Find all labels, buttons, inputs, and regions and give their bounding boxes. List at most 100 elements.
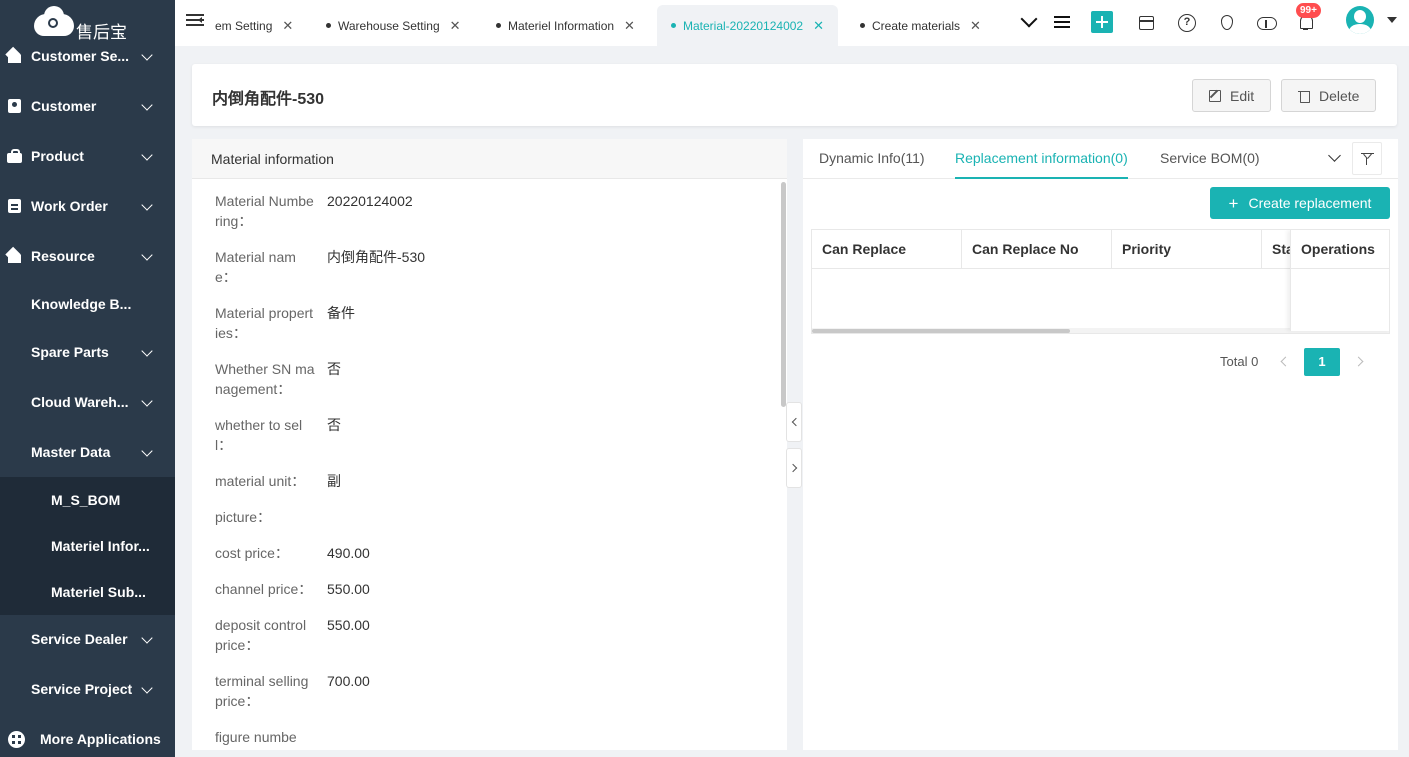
tab-dynamic-info[interactable]: Dynamic Info(11): [819, 139, 925, 179]
sidebar-item-resource[interactable]: Resource: [0, 231, 175, 281]
field-label: cost price：: [215, 545, 289, 561]
tab-material-detail[interactable]: Material-20220124002 ✕: [657, 5, 838, 46]
sidebar-item-customer[interactable]: Customer: [0, 81, 175, 131]
dot-icon: [326, 23, 331, 28]
field-value: 700.00: [327, 673, 370, 689]
field-value: 内倒角配件-530: [327, 249, 426, 265]
dot-icon: [671, 23, 676, 28]
sidebar-item-spare-parts[interactable]: Spare Parts: [0, 327, 175, 377]
vertical-scrollbar[interactable]: [781, 182, 786, 407]
field-label: Material properties：: [215, 305, 314, 341]
notification-badge: 99+: [1296, 3, 1321, 18]
pagination: Total 0 1: [803, 348, 1398, 376]
tabs-dropdown-icon[interactable]: [1019, 11, 1041, 33]
field-label: material unit：: [215, 473, 306, 489]
replacement-table: Can Replace Can Replace No Priority Sta …: [811, 229, 1390, 334]
tab-label: Warehouse Setting: [338, 18, 440, 33]
menu-collapse-icon[interactable]: [186, 14, 204, 28]
column-header-operations: Operations: [1291, 230, 1389, 269]
field-value: 副: [327, 473, 341, 489]
tab-service-bom[interactable]: Service BOM(0): [1160, 139, 1260, 179]
chevron-down-icon: [141, 683, 153, 695]
calendar-icon[interactable]: [1135, 11, 1157, 33]
field-label: terminal selling price：: [215, 673, 309, 709]
column-header-priority[interactable]: Priority: [1112, 230, 1262, 269]
close-icon[interactable]: ✕: [450, 18, 461, 34]
column-header-can-replace[interactable]: Can Replace: [812, 230, 962, 269]
tab-label: Create materials: [872, 18, 961, 33]
chevron-left-icon[interactable]: [1279, 356, 1289, 366]
collapse-left-button[interactable]: [786, 402, 802, 442]
sidebar-item-work-order[interactable]: Work Order: [0, 181, 175, 231]
material-header: 内倒角配件-530 Edit Delete: [192, 64, 1397, 126]
close-icon[interactable]: ✕: [624, 18, 635, 34]
sidebar-item-label: M_S_BOM: [51, 492, 121, 508]
field-label: Material name：: [215, 249, 296, 285]
add-icon[interactable]: [1091, 11, 1113, 33]
field-label: Material Numbering：: [215, 193, 314, 229]
tab-create-materials[interactable]: Create materials ✕: [860, 5, 981, 46]
tab-warehouse-setting[interactable]: Warehouse Setting ✕: [326, 5, 461, 46]
sidebar-item-materiel-substitute[interactable]: Materiel Sub...: [0, 569, 175, 615]
sidebar-item-label: Customer Se...: [31, 48, 130, 64]
top-bar: em Setting ✕ Warehouse Setting ✕ Materie…: [175, 0, 1409, 46]
column-header-can-replace-no[interactable]: Can Replace No: [962, 230, 1112, 269]
sidebar-item-master-data[interactable]: Master Data: [0, 427, 175, 477]
filter-icon[interactable]: [1352, 142, 1382, 175]
tab-replacement-information[interactable]: Replacement information(0): [955, 139, 1128, 179]
chevron-down-icon: [141, 396, 153, 408]
page-number[interactable]: 1: [1304, 348, 1340, 376]
edit-button[interactable]: Edit: [1192, 79, 1272, 112]
sidebar-item-m-s-bom[interactable]: M_S_BOM: [0, 477, 175, 523]
avatar[interactable]: [1346, 6, 1374, 34]
sidebar-item-label: Materiel Sub...: [51, 584, 146, 600]
sidebar-item-materiel-information[interactable]: Materiel Infor...: [0, 523, 175, 569]
sidebar-item-service-dealer[interactable]: Service Dealer: [0, 614, 175, 664]
horizontal-scrollbar[interactable]: [812, 329, 1070, 333]
chevron-down-icon: [141, 346, 153, 358]
field-label: channel price：: [215, 581, 313, 597]
home-icon: [7, 49, 23, 63]
operations-column: Operations: [1290, 230, 1389, 331]
chevron-down-icon[interactable]: [1329, 151, 1341, 163]
expand-right-button[interactable]: [786, 448, 802, 488]
cloud-download-icon[interactable]: [1255, 11, 1277, 33]
chevron-right-icon[interactable]: [1355, 356, 1365, 366]
dot-icon: [860, 23, 865, 28]
sidebar-item-customer-service[interactable]: Customer Se...: [0, 31, 175, 81]
create-replacement-button[interactable]: + Create replacement: [1210, 187, 1390, 219]
home-icon: [7, 249, 23, 263]
close-icon[interactable]: ✕: [813, 18, 824, 34]
close-icon[interactable]: ✕: [970, 18, 981, 34]
chevron-down-icon: [141, 200, 153, 212]
close-icon[interactable]: ✕: [282, 18, 293, 34]
help-icon[interactable]: [1175, 11, 1197, 33]
more-applications-button[interactable]: More Applications: [0, 721, 175, 757]
tab-system-setting[interactable]: em Setting ✕: [215, 5, 293, 46]
sidebar-item-label: Resource: [31, 248, 95, 264]
field-value: 490.00: [327, 545, 370, 561]
panel-title: Material information: [192, 139, 787, 179]
related-info-panel: Dynamic Info(11) Replacement information…: [803, 139, 1398, 750]
sidebar-item-label: Customer: [31, 98, 97, 114]
field-value: 否: [327, 361, 341, 377]
theme-icon[interactable]: [1215, 11, 1237, 33]
field-label: deposit control price：: [215, 617, 307, 653]
sidebar-item-label: Knowledge B...: [31, 296, 132, 312]
sidebar-item-cloud-warehouse[interactable]: Cloud Wareh...: [0, 377, 175, 427]
field-value: 550.00: [327, 617, 370, 633]
delete-button[interactable]: Delete: [1281, 79, 1377, 112]
sidebar-item-service-project[interactable]: Service Project: [0, 664, 175, 714]
field-label: whether to sell：: [215, 417, 303, 453]
sidebar-item-label: Spare Parts: [31, 344, 109, 360]
tab-label: em Setting: [215, 18, 273, 33]
list-icon[interactable]: [1052, 11, 1074, 33]
sidebar-item-label: Product: [31, 148, 84, 164]
sidebar-item-knowledge-base[interactable]: Knowledge B...: [0, 279, 175, 329]
caret-down-icon[interactable]: [1387, 17, 1397, 23]
tab-materiel-information[interactable]: Materiel Information ✕: [496, 5, 635, 46]
chevron-down-icon: [141, 150, 153, 162]
delete-label: Delete: [1319, 87, 1360, 104]
sidebar-item-product[interactable]: Product: [0, 131, 175, 181]
sidebar-item-label: Materiel Infor...: [51, 538, 150, 554]
